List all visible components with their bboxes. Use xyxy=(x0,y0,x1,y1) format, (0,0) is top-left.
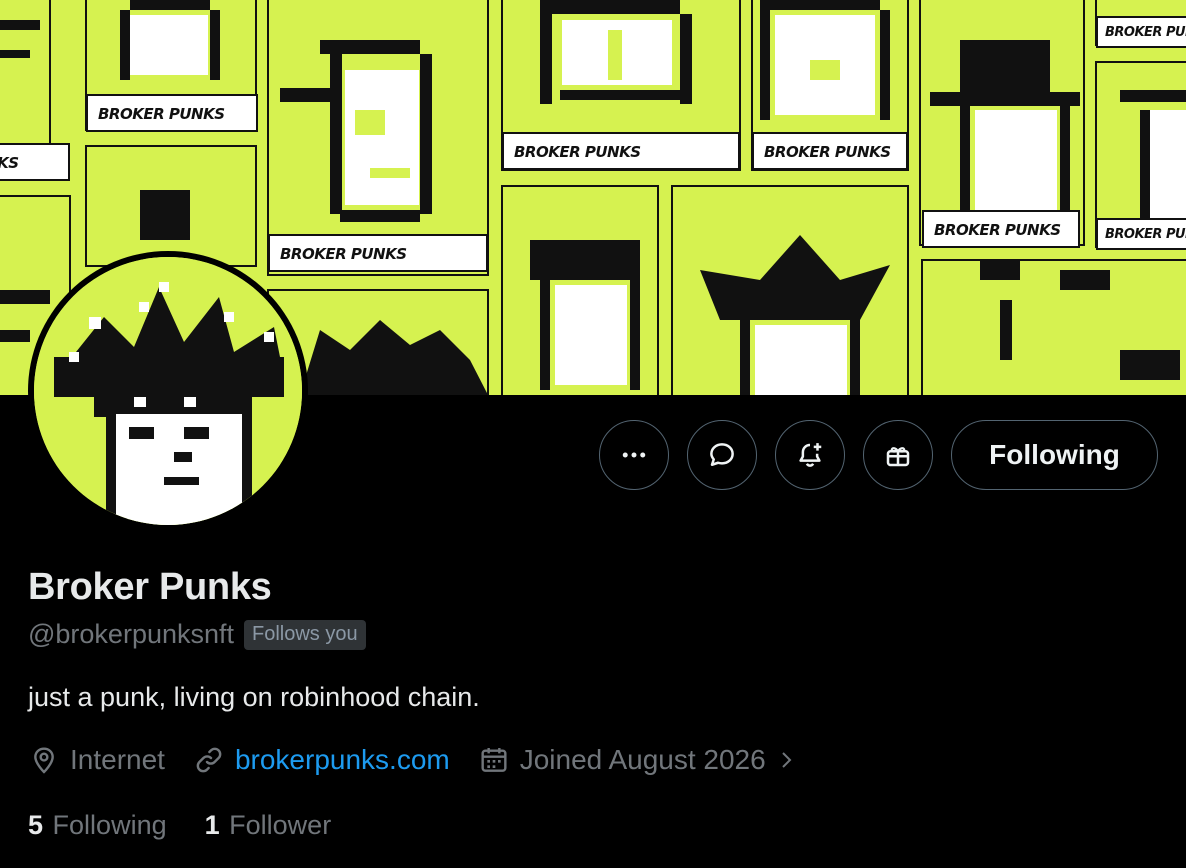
website-item[interactable]: brokerpunks.com xyxy=(193,744,450,776)
display-name: Broker Punks xyxy=(28,566,272,608)
following-label: Following xyxy=(52,810,167,840)
notifications-button[interactable] xyxy=(775,420,845,490)
banner-card-label: BROKER PUNKS xyxy=(752,132,908,170)
following-stat[interactable]: 5 Following xyxy=(28,810,167,841)
handle-row: @brokerpunksnft Follows you xyxy=(28,619,366,650)
calendar-icon xyxy=(481,748,507,772)
following-count: 5 xyxy=(28,810,44,840)
follow-stats: 5 Following 1 Follower xyxy=(28,810,369,841)
location-text: Internet xyxy=(70,744,165,775)
location-pin-icon xyxy=(34,747,54,774)
gift-button[interactable] xyxy=(863,420,933,490)
bell-plus-icon xyxy=(799,443,822,467)
follows-you-badge: Follows you xyxy=(244,619,366,650)
followers-label: Follower xyxy=(229,810,332,840)
banner-card-label: BROKER PUNKS xyxy=(922,210,1080,248)
more-button[interactable] xyxy=(599,420,669,490)
followers-stat[interactable]: 1 Follower xyxy=(205,810,332,841)
banner-card-label: BROKER PUNKS xyxy=(1096,16,1186,48)
gift-icon xyxy=(886,447,910,467)
joined-text: Joined August 2026 xyxy=(519,744,766,775)
chevron-right-icon xyxy=(781,752,792,768)
joined-item[interactable]: Joined August 2026 xyxy=(478,744,798,776)
banner-card-label: BROKER PUNKS xyxy=(502,132,740,170)
profile-meta: Internet brokerpunks.com Joined August 2… xyxy=(28,744,826,776)
user-handle: @brokerpunksnft xyxy=(28,619,235,649)
more-dots-icon xyxy=(622,452,646,458)
profile-bio: just a punk, living on robinhood chain. xyxy=(28,682,480,712)
location-item: Internet xyxy=(28,744,165,776)
message-button[interactable] xyxy=(687,420,757,490)
banner-card-label: BROKER PUNKS xyxy=(0,143,70,181)
message-bubble-icon xyxy=(710,443,734,466)
following-button[interactable]: Following xyxy=(951,420,1158,490)
avatar-image xyxy=(34,257,302,525)
followers-count: 1 xyxy=(204,810,220,840)
link-icon xyxy=(196,747,222,773)
banner-card-label: BROKER PUNKS xyxy=(1096,218,1186,250)
website-link[interactable]: brokerpunks.com xyxy=(235,744,450,776)
banner-card-label: BROKER PUNKS xyxy=(268,234,488,272)
banner-card-label: BROKER PUNKS xyxy=(86,94,258,132)
avatar[interactable] xyxy=(28,251,308,531)
